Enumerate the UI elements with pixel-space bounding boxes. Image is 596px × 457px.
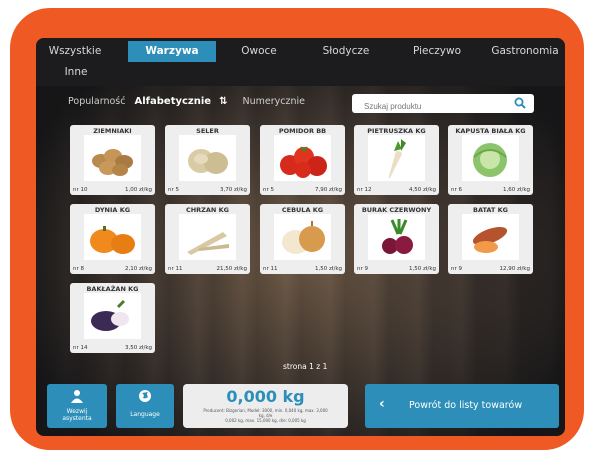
sort-az-icon: ⇅: [219, 96, 228, 107]
product-price: 2,10 zł/kg: [125, 266, 152, 272]
sort-numeric[interactable]: Numerycznie: [243, 96, 305, 107]
product-tile-dynia[interactable]: DYNIA KG nr 8 2,10 zł/kg: [70, 204, 155, 274]
product-price: 21,50 zł/kg: [216, 266, 247, 272]
tab-wszystkie[interactable]: Wszystkie: [42, 41, 108, 62]
potatoes-image: [84, 135, 141, 181]
product-name: KAPUSTA BIAŁA KG: [455, 127, 526, 135]
tab-inne[interactable]: Inne: [56, 62, 96, 83]
product-number: nr 11: [168, 266, 183, 272]
beetroot-image: [368, 214, 425, 260]
product-tile-pomidor[interactable]: POMIDOR BB nr 5 7,90 zł/kg: [260, 125, 345, 195]
sweet-potato-image: [462, 214, 519, 260]
product-price: 1,60 zł/kg: [503, 187, 530, 193]
kiosk-screen: Wszystkie Warzywa Owoce Słodycze Pieczyw…: [36, 38, 565, 436]
back-to-list-button[interactable]: ‹ Powrót do listy towarów: [365, 384, 559, 428]
eggplant-image: [84, 293, 141, 339]
search-box: [352, 94, 534, 113]
product-tile-ziemniaki[interactable]: ZIEMNIAKI nr 10 1,00 zł/kg: [70, 125, 155, 195]
sort-options: Popularność Alfabetycznie ⇅ Numerycznie: [68, 96, 311, 107]
product-tile-kapusta[interactable]: KAPUSTA BIAŁA KG nr 6 1,60 zł/kg: [448, 125, 533, 195]
language-label: Language: [130, 411, 160, 418]
weight-display: 0,000 kg Producent: Bizgerian, Model: 30…: [183, 384, 348, 428]
horseradish-image: [179, 214, 236, 260]
product-name: CHRZAN KG: [185, 206, 230, 214]
product-tile-pietruszka[interactable]: PIETRUSZKA KG nr 12 4,50 zł/kg: [354, 125, 439, 195]
product-name: BURAK CZERWONY: [361, 206, 432, 214]
product-price: 7,90 zł/kg: [315, 187, 342, 193]
product-number: nr 10: [73, 187, 88, 193]
language-button[interactable]: Language: [116, 384, 174, 428]
product-number: nr 12: [357, 187, 372, 193]
product-price: 1,00 zł/kg: [125, 187, 152, 193]
sort-alphabetical-label: Alfabetycznie: [134, 96, 212, 107]
product-name: PIETRUSZKA KG: [367, 127, 426, 135]
product-number: nr 9: [451, 266, 462, 272]
category-tabs-bar: Wszystkie Warzywa Owoce Słodycze Pieczyw…: [36, 38, 565, 86]
product-tile-batat[interactable]: BATAT KG nr 9 12,90 zł/kg: [448, 204, 533, 274]
sort-alphabetical[interactable]: Alfabetycznie ⇅: [135, 96, 234, 107]
product-name: SELER: [196, 127, 219, 135]
product-price: 1,50 zł/kg: [315, 266, 342, 272]
product-number: nr 5: [168, 187, 179, 193]
search-input[interactable]: [362, 101, 506, 112]
scale-info-line-1: Producent: Bizgerian, Model: 3000, min. …: [203, 408, 328, 418]
globe-icon: [139, 390, 151, 402]
call-assistant-label: Wezwij asystenta: [62, 408, 92, 422]
product-tile-cebula[interactable]: CEBULA KG nr 11 1,50 zł/kg: [260, 204, 345, 274]
page-indicator: strona 1 z 1: [283, 362, 328, 371]
product-price: 4,50 zł/kg: [409, 187, 436, 193]
cabbage-image: [462, 135, 519, 181]
product-name: ZIEMNIAKI: [93, 127, 132, 135]
parsley-root-image: [368, 135, 425, 181]
tab-warzywa[interactable]: Warzywa: [128, 41, 216, 62]
product-tile-seler[interactable]: SELER nr 5 3,70 zł/kg: [165, 125, 250, 195]
product-number: nr 14: [73, 345, 88, 351]
product-name: BAKŁAŻAN KG: [86, 285, 139, 293]
onion-image: [274, 214, 331, 260]
product-price: 12,90 zł/kg: [499, 266, 530, 272]
product-number: nr 8: [73, 266, 84, 272]
search-icon[interactable]: [514, 97, 526, 109]
product-tile-baklazan[interactable]: BAKŁAŻAN KG nr 14 3,50 zł/kg: [70, 283, 155, 353]
tomatoes-image: [274, 135, 331, 181]
tab-gastronomia[interactable]: Gastronomia: [486, 41, 564, 62]
chevron-left-icon: ‹: [379, 396, 385, 412]
celeriac-image: [179, 135, 236, 181]
sort-popularity[interactable]: Popularność: [68, 96, 125, 107]
product-price: 3,50 zł/kg: [125, 345, 152, 351]
tab-pieczywo[interactable]: Pieczywo: [396, 41, 478, 62]
product-name: DYNIA KG: [94, 206, 131, 214]
product-name: CEBULA KG: [281, 206, 324, 214]
weight-value: 0,000 kg: [226, 387, 305, 406]
product-number: nr 5: [263, 187, 274, 193]
back-to-list-label: Powrót do listy towarów: [409, 400, 523, 411]
product-tile-chrzan[interactable]: CHRZAN KG nr 11 21,50 zł/kg: [165, 204, 250, 274]
call-assistant-button[interactable]: Wezwij asystenta: [47, 384, 107, 428]
pumpkin-image: [84, 214, 141, 260]
product-price: 1,50 zł/kg: [409, 266, 436, 272]
product-price: 3,70 zł/kg: [220, 187, 247, 193]
product-name: BATAT KG: [472, 206, 508, 214]
product-tile-burak[interactable]: BURAK CZERWONY nr 9 1,50 zł/kg: [354, 204, 439, 274]
scale-info-line-2: 0,002 kg, max. 15,000 kg, d/e: 0,005 kg: [225, 418, 306, 423]
product-number: nr 9: [357, 266, 368, 272]
tab-slodycze[interactable]: Słodycze: [306, 41, 386, 62]
tab-owoce[interactable]: Owoce: [224, 41, 294, 62]
product-number: nr 11: [263, 266, 278, 272]
product-number: nr 6: [451, 187, 462, 193]
product-name: POMIDOR BB: [278, 127, 327, 135]
person-icon: [71, 390, 83, 403]
